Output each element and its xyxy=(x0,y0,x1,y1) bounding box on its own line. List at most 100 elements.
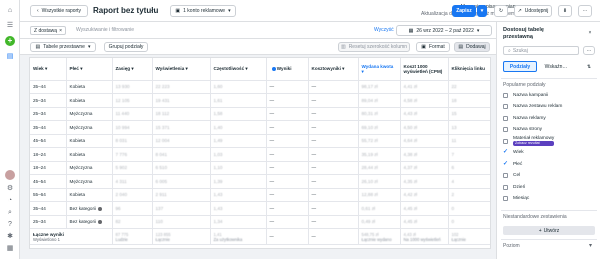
table-row[interactable]: 25–34 Kobieta 12 105 19 431 1,61— —89,04 zł 4,… xyxy=(30,93,490,108)
age-cell: 35–44 xyxy=(30,201,67,216)
value-cell: 13 xyxy=(448,120,490,135)
value-cell: 4 311 xyxy=(112,174,153,189)
status-badge: Zobacz rezultat xyxy=(513,141,555,146)
save-button[interactable]: Zapisz xyxy=(452,5,476,17)
breakdown-option[interactable]: Miesiąc xyxy=(503,194,593,204)
home-icon[interactable]: ⌂ xyxy=(5,5,15,15)
column-header-link-clicks[interactable]: Kliknięcia linku xyxy=(448,58,490,81)
filter-chip[interactable]: Z dostawą × xyxy=(30,26,66,35)
shortcuts-icon[interactable]: ▦ xyxy=(5,243,15,253)
column-header-impressions[interactable]: Wyświetlenia ▾ xyxy=(152,58,211,81)
value-cell: — xyxy=(266,93,309,108)
table-row[interactable]: 35–44 Bez kategorii 96 137 1,43— —0,61 zł 4,45… xyxy=(30,201,490,216)
value-cell: 82 xyxy=(112,215,153,229)
save-options-button[interactable]: ▾ xyxy=(477,5,487,17)
menu-icon[interactable]: ☰ xyxy=(5,20,15,30)
all-reports-button[interactable]: ‹ Wszystkie raporty xyxy=(30,5,88,17)
create-button[interactable]: + Utwórz xyxy=(503,226,595,235)
breakdown-option[interactable]: Nazwa reklamy xyxy=(503,113,593,123)
checkbox[interactable] xyxy=(503,104,508,109)
add-button[interactable]: ▤ Dodawaj xyxy=(454,42,490,52)
share-label: Udostępnij xyxy=(524,8,549,14)
more-options-button[interactable]: ··· xyxy=(578,5,592,17)
breakdown-option[interactable]: Nazwa strony xyxy=(503,125,593,135)
checkbox[interactable] xyxy=(503,184,508,190)
checkbox[interactable] xyxy=(503,127,508,132)
view-select[interactable]: ▤ Tabele przestawne ▾ xyxy=(30,42,96,52)
checkbox[interactable] xyxy=(503,92,508,98)
column-header-frequency[interactable]: Częstotliwość ▾ xyxy=(210,58,267,81)
value-cell: 4,58 zł xyxy=(400,93,449,108)
breakdown-option[interactable]: Materiał reklamowy Zobacz rezultat xyxy=(503,136,593,146)
panel-more-button[interactable]: ··· xyxy=(583,46,595,55)
settings-icon[interactable]: ⚙ xyxy=(5,183,15,193)
table-row[interactable]: 45–54 Mężczyzna 4 311 6 005 1,39— —26,10 zł 4,… xyxy=(30,174,490,189)
checkbox[interactable] xyxy=(503,115,508,121)
value-cell: 1,03 xyxy=(210,147,267,162)
age-cell: 18–24 xyxy=(30,147,67,162)
column-header-age[interactable]: Wiek ▾ xyxy=(30,58,67,81)
help-icon[interactable]: ? xyxy=(5,219,15,229)
total-value-cell: — xyxy=(308,228,359,245)
table-row[interactable]: 35–44 Mężczyzna 10 994 15 371 1,40— —69,10 zł… xyxy=(30,120,490,135)
column-header-gender[interactable]: Płeć ▾ xyxy=(66,58,113,81)
age-cell: 18–24 xyxy=(30,161,67,175)
value-cell: 7 776 xyxy=(112,147,153,162)
search-input[interactable]: Wyszukiwanie i filtrowanie xyxy=(76,27,134,33)
report-title: Raport bez tytułu xyxy=(93,6,159,15)
column-header-cpm[interactable]: Koszt 1000 wyświetleń (CPM) xyxy=(400,58,449,81)
filter-chip-label: Z dostawą xyxy=(34,27,58,34)
download-button[interactable]: ⬇ xyxy=(558,5,572,17)
value-cell: 0 xyxy=(448,215,490,229)
close-icon[interactable]: × xyxy=(59,28,62,34)
close-panel-button[interactable]: × xyxy=(585,28,595,37)
create-plus-icon[interactable]: + xyxy=(5,36,15,46)
breakdown-option[interactable]: Nazwa zestawu reklam xyxy=(503,102,593,112)
column-header-amount-spent[interactable]: Wydana kwota ▾ xyxy=(358,58,401,81)
breakdown-option[interactable]: Cel xyxy=(503,171,593,181)
panel-title: Dostosuj tabelę przestawną xyxy=(503,27,544,40)
checkbox[interactable] xyxy=(503,196,508,201)
info-icon[interactable] xyxy=(98,220,103,225)
refresh-button[interactable]: ↻ xyxy=(494,5,508,17)
pivot-table: Wiek ▾ Płeć ▾ Zasięg ▾ Wyświetlenia ▾ Cz… xyxy=(29,57,491,249)
table-row[interactable]: 18–24 Kobieta 7 776 8 041 1,03— —35,19 zł 4,38… xyxy=(30,147,490,162)
column-header-cost-per-result[interactable]: Kosztowyniki ▾ xyxy=(308,58,359,81)
share-button[interactable]: ↗ Udostępnij xyxy=(514,5,552,17)
breakdown-option[interactable]: Dzień xyxy=(503,182,593,192)
table-header-row: Wiek ▾ Płeć ▾ Zasięg ▾ Wyświetlenia ▾ Cz… xyxy=(30,58,490,81)
panel-search-input[interactable]: ⌕ Szukaj xyxy=(503,46,579,55)
checkbox[interactable] xyxy=(503,138,508,144)
date-range-label: 26 wrz 2022 – 2 paź 2022 xyxy=(416,27,474,34)
tab-metrics[interactable]: Wskaźn… xyxy=(539,61,573,72)
table-row[interactable]: 18–24 Mężczyzna 5 902 6 510 1,10— —28,44 zł 4,… xyxy=(30,161,490,175)
breakdown-option[interactable]: ✓ Płeć xyxy=(503,159,593,169)
breakdown-option[interactable]: ✓ Wiek xyxy=(503,148,593,158)
table-row[interactable]: 25–34 Bez kategorii 82 110 1,34— —0,49 zł 4,45… xyxy=(30,215,490,229)
notifications-icon[interactable]: ◔ xyxy=(5,195,15,205)
date-range-picker[interactable]: ▦ 26 wrz 2022 – 2 paź 2022 ▾ xyxy=(396,25,492,36)
reset-column-width-button[interactable]: ▥ Resetuj szerokość kolumn xyxy=(338,42,410,52)
value-cell: 13 930 xyxy=(112,80,153,94)
table-row[interactable]: 35–44 Kobieta 13 930 22 223 1,60— —98,17 zł 4,… xyxy=(30,80,490,94)
column-header-reach[interactable]: Zasięg ▾ xyxy=(112,58,153,81)
format-button[interactable]: ▣ Format xyxy=(416,42,450,52)
ad-account-button[interactable]: ▣ 1 konto reklamowe ▾ xyxy=(170,5,236,17)
tab-breakdowns[interactable]: Podziały xyxy=(503,61,537,72)
info-icon[interactable] xyxy=(98,206,103,211)
breakdown-option[interactable]: Nazwa kampanii xyxy=(503,90,593,100)
avatar[interactable] xyxy=(5,170,15,180)
filter-icon[interactable]: ⇅ xyxy=(583,61,595,72)
reports-icon[interactable]: ▤ xyxy=(5,51,15,61)
value-cell: 26,10 zł xyxy=(358,174,401,189)
group-breakdowns-button[interactable]: Grupuj podziały xyxy=(104,42,148,52)
bug-icon[interactable]: ✱ xyxy=(5,231,15,241)
column-header-results[interactable]: Wyniki xyxy=(266,58,309,81)
chevron-down-icon[interactable]: ▾ xyxy=(589,242,592,249)
checkbox[interactable] xyxy=(503,173,508,178)
clear-filters-link[interactable]: Wyczyść xyxy=(374,27,394,33)
table-row[interactable]: 45–54 Kobieta 8 031 12 004 1,49— —55,72 zł 4,6… xyxy=(30,134,490,148)
search-icon[interactable]: ⌕ xyxy=(5,207,15,217)
table-row[interactable]: 55–64 Kobieta 2 040 2 911 1,43— —12,88 zł 4,42… xyxy=(30,188,490,202)
table-row[interactable]: 25–34 Mężczyzna 11 440 18 112 1,58— —80,31 zł… xyxy=(30,107,490,121)
